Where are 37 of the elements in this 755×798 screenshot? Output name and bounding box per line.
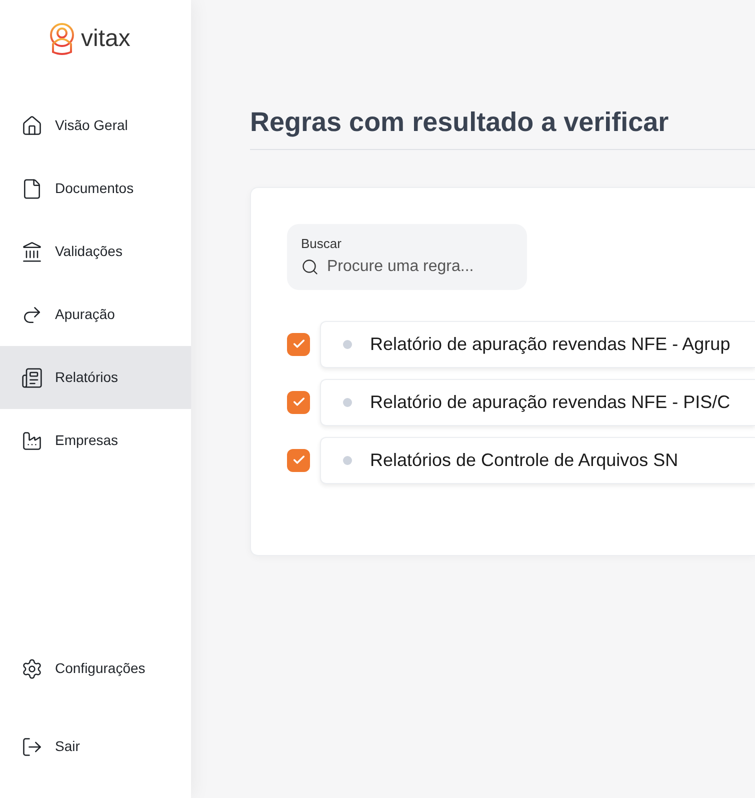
- search-field[interactable]: Buscar Procure uma regra...: [287, 224, 527, 290]
- logout-icon: [21, 736, 43, 758]
- bank-icon: [21, 240, 43, 262]
- sidebar-item[interactable]: Empresas: [0, 409, 191, 472]
- rule-item[interactable]: Relatório de apuração revendas NFE - PIS/C: [320, 378, 755, 426]
- rule-item[interactable]: Relatórios de Controle de Arquivos SN: [320, 436, 755, 484]
- check-icon: [292, 395, 306, 409]
- search-icon: [301, 258, 319, 276]
- checkbox[interactable]: [287, 390, 310, 414]
- sidebar-item[interactable]: Configurações: [0, 637, 191, 700]
- sidebar-item[interactable]: Documentos: [0, 157, 191, 220]
- sidebar-item[interactable]: Relatórios: [0, 346, 191, 409]
- search-input[interactable]: Procure uma regra...: [327, 255, 497, 279]
- rule-label: Relatórios de Controle de Arquivos SN: [370, 448, 678, 472]
- report-icon: [21, 366, 43, 388]
- rule-label: Relatório de apuração revendas NFE - PIS/C: [370, 390, 730, 414]
- bullet-icon: [343, 398, 352, 406]
- sidebar-item[interactable]: Visão Geral: [0, 94, 191, 157]
- document-icon: [21, 178, 43, 200]
- sidebar-item[interactable]: Sair: [0, 715, 191, 778]
- rule-label: Relatório de apuração revendas NFE - Agrup: [370, 332, 730, 356]
- rule-item[interactable]: Relatório de apuração revendas NFE - Agrup: [320, 320, 755, 368]
- search-label: Buscar: [301, 234, 342, 252]
- checkbox[interactable]: [287, 332, 310, 356]
- check-icon: [292, 337, 306, 351]
- factory-icon: [21, 430, 43, 452]
- check-icon: [292, 453, 306, 467]
- logo-text: vitax: [81, 24, 130, 54]
- settings-icon: [21, 658, 43, 680]
- bullet-icon: [343, 456, 352, 464]
- checkbox[interactable]: [287, 448, 310, 472]
- bullet-icon: [343, 340, 352, 348]
- page-title: Regras com resultado a verificar: [250, 102, 755, 150]
- sidebar-item[interactable]: Apuração: [0, 283, 191, 346]
- home-icon: [21, 114, 43, 136]
- sidebar-item[interactable]: Validações: [0, 220, 191, 283]
- logo-icon: [47, 22, 77, 56]
